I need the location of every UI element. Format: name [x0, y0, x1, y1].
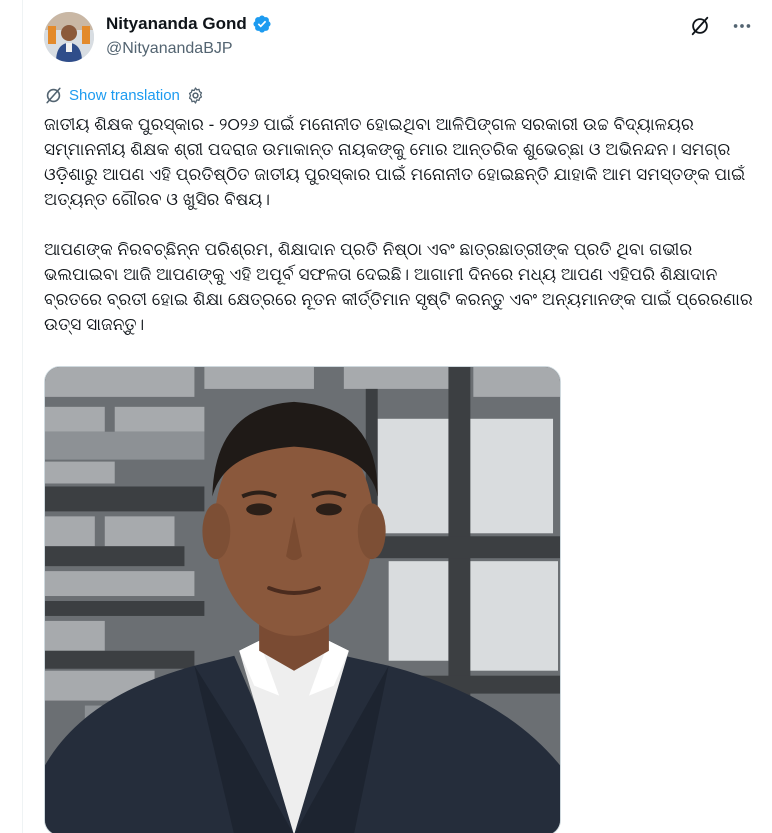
- gear-icon[interactable]: [186, 86, 205, 105]
- translate-globe-icon: [46, 87, 61, 104]
- show-translation-link[interactable]: Show translation: [69, 87, 180, 104]
- grok-button[interactable]: [688, 14, 712, 38]
- more-horizontal-icon: [733, 24, 751, 28]
- profile-photo-icon: [44, 12, 94, 62]
- translate-row: Show translation: [44, 86, 205, 105]
- tweet-text: ଜାତୀୟ ଶିକ୍ଷକ ପୁରସ୍କାର - ୨୦୨୬ ପାଇଁ ମନୋନୀତ…: [44, 112, 756, 337]
- tweet-photo[interactable]: [44, 366, 561, 833]
- tweet-paragraph: ଆପଣଙ୍କ ନିରବଚ୍ଛିନ୍ନ ପରିଶ୍ରମ, ଶିକ୍ଷାଦାନ ପ୍…: [44, 240, 753, 334]
- verified-badge-icon: [253, 15, 271, 33]
- more-button[interactable]: [730, 14, 754, 38]
- portrait-photo-icon: [45, 367, 560, 833]
- display-name[interactable]: Nityananda Gond: [106, 14, 247, 34]
- thread-divider: [22, 0, 23, 833]
- grok-slash-circle-icon: [691, 16, 709, 36]
- tweet: Nityananda Gond @NityanandaBJP Show tran…: [0, 0, 772, 833]
- user-handle[interactable]: @NityanandaBJP: [106, 40, 233, 58]
- avatar[interactable]: [44, 12, 94, 62]
- tweet-paragraph: ଜାତୀୟ ଶିକ୍ଷକ ପୁରସ୍କାର - ୨୦୨୬ ପାଇଁ ମନୋନୀତ…: [44, 115, 746, 209]
